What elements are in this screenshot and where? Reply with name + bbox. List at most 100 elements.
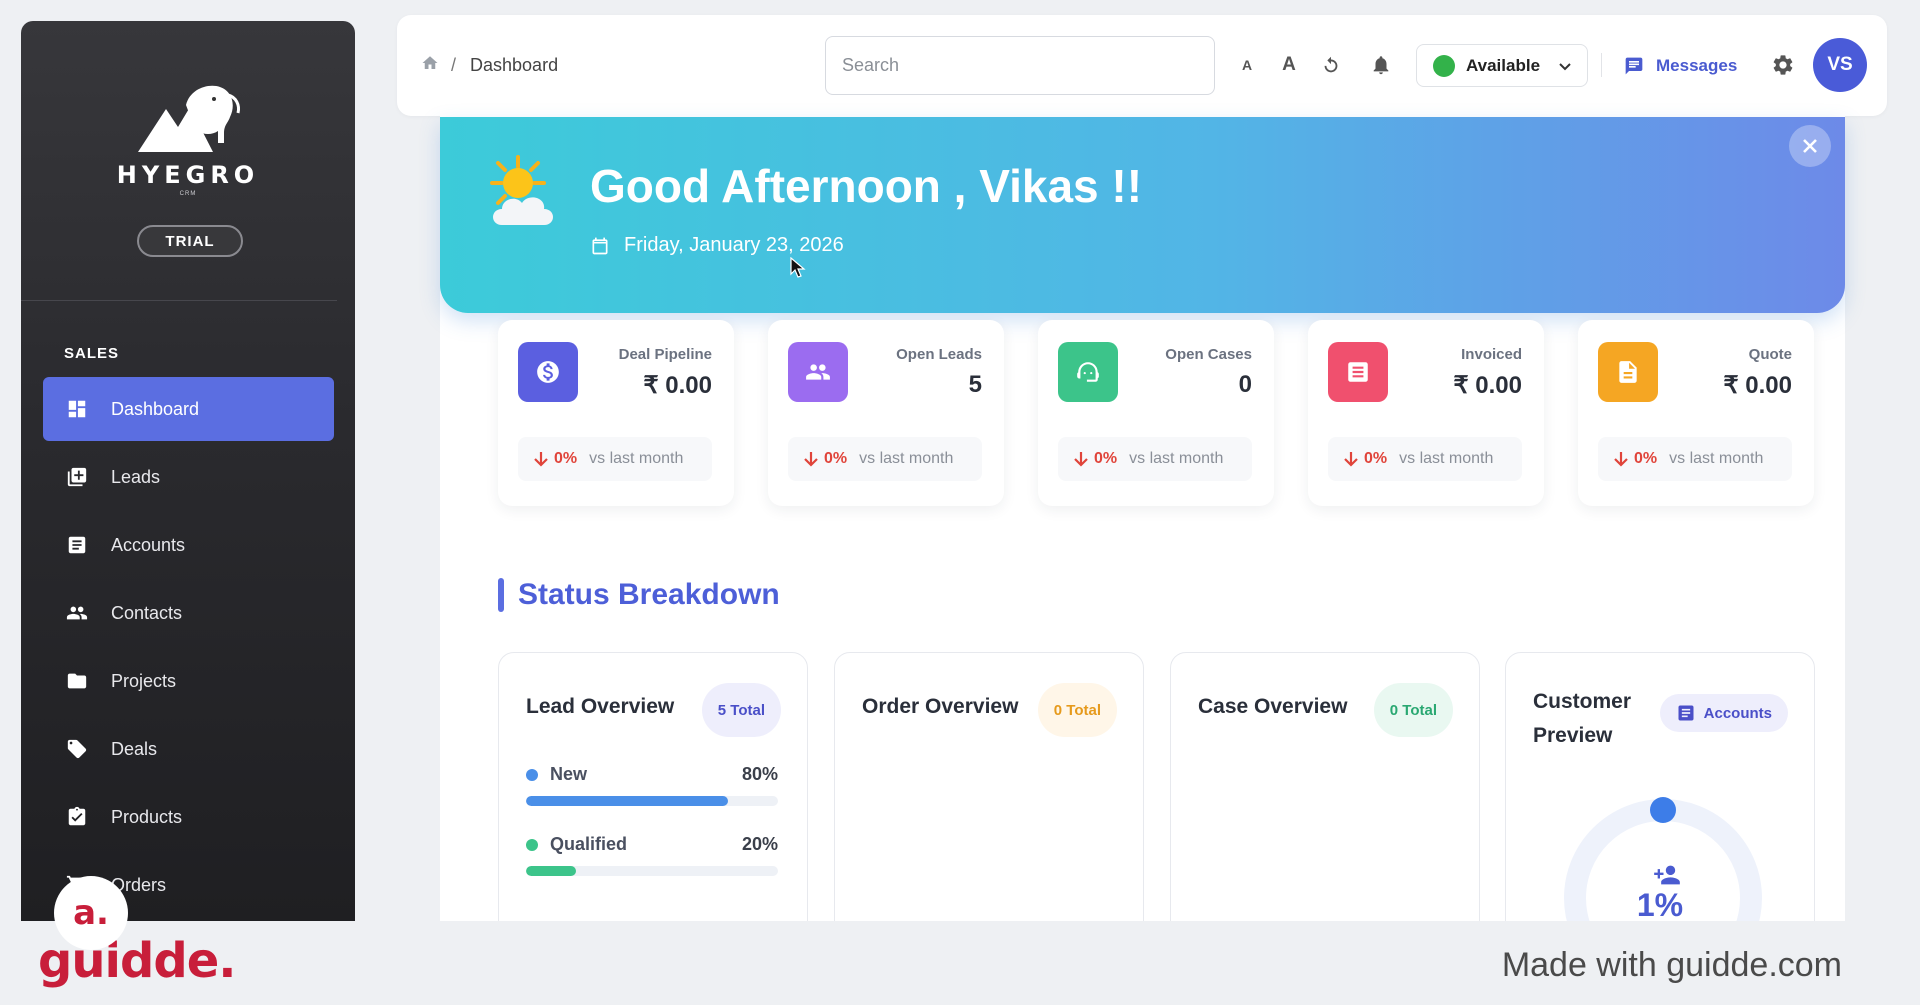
progress-label: Qualified bbox=[550, 834, 628, 854]
increase-font-button[interactable]: A bbox=[1277, 48, 1301, 82]
accounts-button[interactable]: Accounts bbox=[1659, 694, 1788, 732]
stat-label: Deal Pipeline bbox=[618, 346, 712, 363]
made-with-text: Made with guidde.com bbox=[1501, 946, 1842, 984]
sidebar-item-accounts[interactable]: Accounts bbox=[43, 513, 334, 577]
progress-value: 20% bbox=[741, 834, 778, 854]
sidebar-item-label: Deals bbox=[111, 738, 158, 759]
trend-label: vs last month bbox=[589, 450, 684, 467]
user-avatar[interactable]: VS bbox=[1813, 38, 1867, 92]
stat-value: 0 bbox=[1238, 371, 1252, 398]
current-date: Friday, January 23, 2026 bbox=[590, 234, 844, 257]
receipt-icon bbox=[1328, 342, 1388, 402]
sidebar-item-projects[interactable]: Projects bbox=[43, 649, 334, 713]
progress-track bbox=[526, 796, 778, 806]
stat-card-quote[interactable]: Quote ₹ 0.00 0% vs last month bbox=[1578, 320, 1814, 506]
stat-card-deal-pipeline[interactable]: Deal Pipeline ₹ 0.00 0% vs last month bbox=[498, 320, 734, 506]
clipboard-icon bbox=[65, 805, 89, 829]
section-accent-bar bbox=[498, 578, 504, 612]
stat-label: Open Leads bbox=[896, 346, 982, 363]
customer-percent: 1% bbox=[1636, 887, 1684, 923]
close-banner-button[interactable] bbox=[1789, 125, 1831, 167]
progress-fill bbox=[526, 796, 728, 806]
arrow-down-icon bbox=[1614, 452, 1628, 467]
progress-value: 80% bbox=[741, 764, 778, 784]
stat-card-open-leads[interactable]: Open Leads 5 0% vs last month bbox=[768, 320, 1004, 506]
breadcrumb-separator: / bbox=[451, 55, 457, 75]
group-icon bbox=[788, 342, 848, 402]
brand-name: HYEGRO bbox=[116, 161, 260, 189]
trend-percent: 0% bbox=[1634, 450, 1658, 467]
date-label: Friday, January 23, 2026 bbox=[624, 234, 844, 256]
brand-subtitle: CRM bbox=[179, 191, 197, 197]
document-icon bbox=[1598, 342, 1658, 402]
accounts-icon bbox=[65, 533, 89, 557]
greeting-text: Good Afternoon , Vikas !! bbox=[590, 160, 1143, 212]
stat-value: 5 bbox=[968, 371, 982, 398]
section-title: Status Breakdown bbox=[498, 578, 780, 612]
stat-trend: 0% vs last month bbox=[518, 437, 712, 481]
trend-percent: 0% bbox=[1094, 450, 1118, 467]
sidebar-item-label: Dashboard bbox=[111, 398, 200, 419]
chevron-down-icon bbox=[1559, 62, 1571, 70]
message-icon bbox=[1625, 57, 1643, 74]
person-add-icon bbox=[1654, 865, 1680, 885]
section-title-text: Status Breakdown bbox=[518, 578, 780, 611]
refresh-icon[interactable] bbox=[1317, 48, 1345, 82]
trend-percent: 0% bbox=[1364, 450, 1388, 467]
decrease-font-button[interactable]: A bbox=[1237, 48, 1257, 82]
brand-logo[interactable]: HYEGRO CRM bbox=[21, 77, 355, 197]
arrow-down-icon bbox=[1344, 452, 1358, 467]
card-title-line: Preview bbox=[1533, 724, 1613, 747]
availability-dropdown[interactable]: Available bbox=[1416, 44, 1588, 87]
gear-icon[interactable] bbox=[1771, 53, 1797, 79]
sidebar-item-products[interactable]: Products bbox=[43, 785, 334, 849]
partly-cloudy-icon bbox=[490, 155, 553, 225]
bell-icon[interactable] bbox=[1367, 48, 1395, 82]
trend-label: vs last month bbox=[859, 450, 954, 467]
toolbar-divider bbox=[1601, 53, 1602, 77]
sidebar-item-dashboard[interactable]: Dashboard bbox=[43, 377, 334, 441]
legend-dot bbox=[526, 838, 538, 851]
footer-bar: guidde. Made with guidde.com bbox=[0, 921, 1920, 1005]
sidebar: HYEGRO CRM TRIAL SALES Dashboard Leads A… bbox=[21, 21, 355, 921]
progress-row-qualified: Qualified 20% bbox=[526, 834, 778, 876]
total-badge: 0 Total bbox=[1373, 683, 1453, 737]
stat-trend: 0% vs last month bbox=[1058, 437, 1252, 481]
messages-button[interactable]: Messages bbox=[1624, 15, 1737, 116]
accounts-button-label: Accounts bbox=[1703, 704, 1772, 722]
mouse-cursor-icon bbox=[790, 257, 806, 278]
trial-badge[interactable]: TRIAL bbox=[137, 225, 243, 257]
order-overview-card: Order Overview 0 Total bbox=[834, 652, 1144, 952]
stat-trend: 0% vs last month bbox=[1598, 437, 1792, 481]
availability-label: Available bbox=[1466, 55, 1541, 75]
lead-overview-card: Lead Overview 5 Total New 80% Qualified … bbox=[498, 652, 808, 952]
total-badge: 0 Total bbox=[1037, 683, 1117, 737]
trend-label: vs last month bbox=[1399, 450, 1494, 467]
card-title-line: Customer bbox=[1533, 690, 1632, 713]
sidebar-divider bbox=[21, 300, 337, 301]
folder-icon bbox=[65, 669, 89, 693]
stat-card-invoiced[interactable]: Invoiced ₹ 0.00 0% vs last month bbox=[1308, 320, 1544, 506]
stat-value: ₹ 0.00 bbox=[1723, 372, 1792, 399]
sidebar-item-deals[interactable]: Deals bbox=[43, 717, 334, 781]
home-icon[interactable] bbox=[421, 54, 439, 77]
stat-label: Open Cases bbox=[1165, 346, 1252, 363]
accounts-icon bbox=[1678, 705, 1694, 721]
case-overview-card: Case Overview 0 Total bbox=[1170, 652, 1480, 952]
welcome-banner: Good Afternoon , Vikas !! Friday, Januar… bbox=[440, 117, 1845, 313]
tag-icon bbox=[65, 737, 89, 761]
calendar-icon bbox=[592, 237, 608, 254]
contacts-icon bbox=[65, 601, 89, 625]
sidebar-item-contacts[interactable]: Contacts bbox=[43, 581, 334, 645]
sidebar-item-leads[interactable]: Leads bbox=[43, 445, 334, 509]
elephant-logo-icon bbox=[138, 85, 240, 152]
total-badge: 5 Total bbox=[701, 683, 781, 737]
search-input[interactable] bbox=[825, 36, 1215, 95]
stat-trend: 0% vs last month bbox=[788, 437, 982, 481]
progress-track bbox=[526, 866, 778, 876]
messages-label: Messages bbox=[1656, 55, 1738, 75]
card-title: Customer Preview bbox=[1533, 685, 1631, 753]
stat-card-open-cases[interactable]: Open Cases 0 0% vs last month bbox=[1038, 320, 1274, 506]
card-title: Order Overview bbox=[862, 695, 1019, 718]
stat-value: ₹ 0.00 bbox=[1453, 372, 1522, 399]
